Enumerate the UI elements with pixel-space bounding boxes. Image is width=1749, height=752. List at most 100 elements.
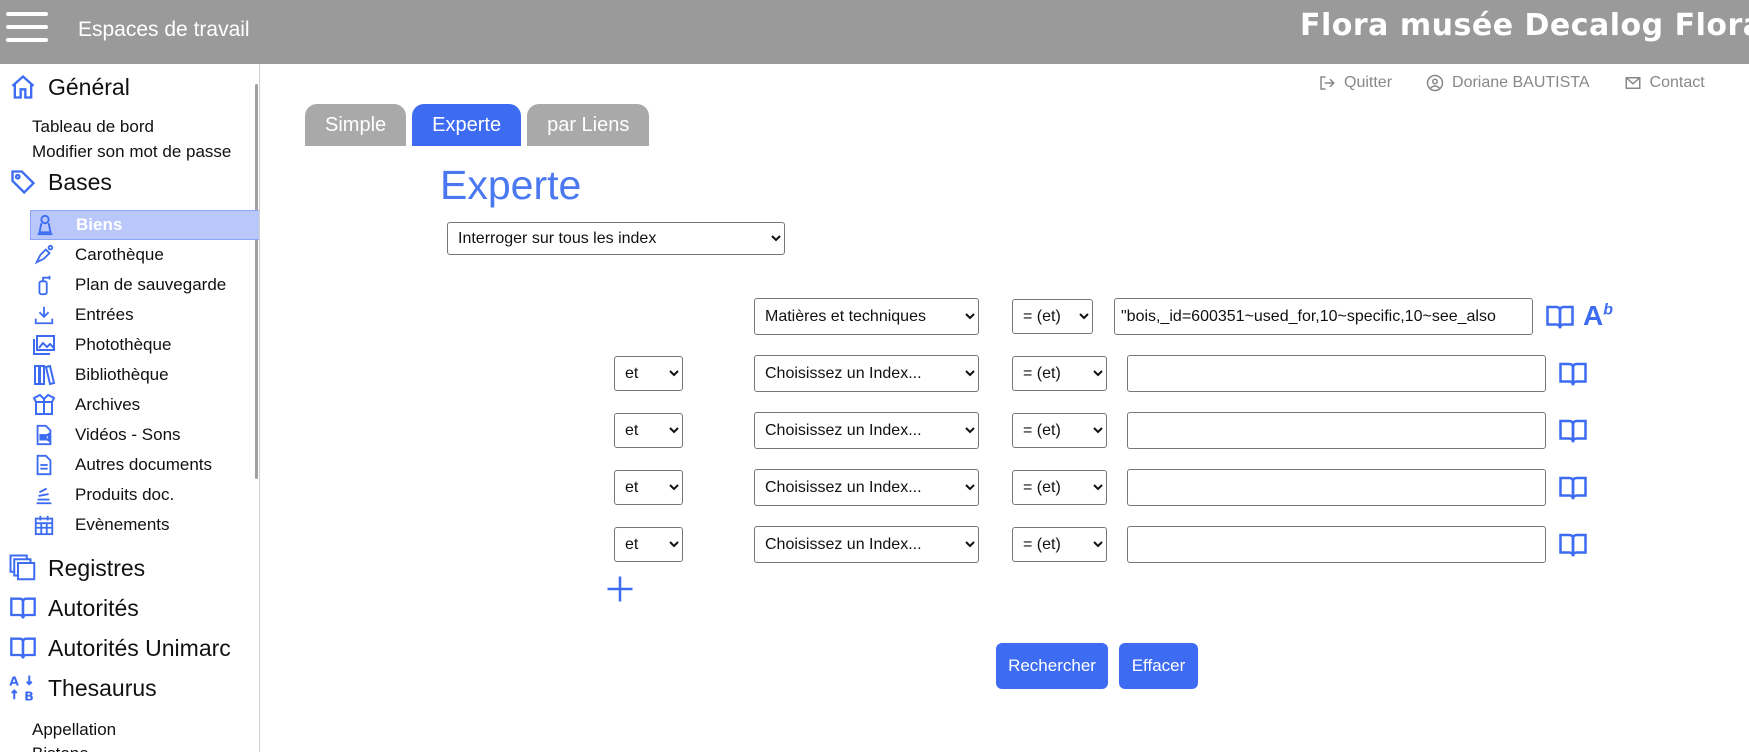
photos-icon	[30, 331, 58, 359]
stack-icon	[30, 481, 58, 509]
search-button[interactable]: Rechercher	[996, 643, 1108, 689]
contact-label: Contact	[1649, 74, 1705, 91]
sidebar-item-label: Produits doc.	[75, 485, 175, 504]
books-icon	[30, 361, 58, 389]
tab-par-liens[interactable]: par Liens	[527, 104, 650, 146]
clear-button[interactable]: Effacer	[1119, 643, 1198, 689]
sidebar-item-entrees[interactable]: Entrées	[30, 300, 259, 330]
value-input[interactable]	[1127, 526, 1546, 563]
calendar-icon	[30, 511, 58, 539]
sidebar-item-label: Archives	[75, 395, 141, 414]
sidebar-link-bistone[interactable]: Bistone	[32, 744, 89, 752]
sidebar: Général Tableau de bord Modifier son mot…	[0, 64, 260, 752]
operator-select[interactable]: et	[614, 356, 683, 391]
open-book-icon	[8, 633, 38, 663]
sidebar-item-produits-doc[interactable]: Produits doc.	[30, 480, 259, 510]
svg-text:B: B	[24, 689, 34, 704]
sidebar-item-evenements[interactable]: Evènements	[30, 510, 259, 540]
contact-link[interactable]: Contact	[1624, 74, 1705, 92]
sidebar-item-label: Biens	[76, 215, 123, 234]
sidebar-item-label: Vidéos - Sons	[75, 425, 181, 444]
sidebar-item-label: Bibliothèque	[75, 365, 169, 384]
field-select[interactable]: Choisissez un Index...	[754, 526, 979, 563]
plus-icon[interactable]	[605, 574, 635, 604]
value-input[interactable]	[1127, 412, 1546, 449]
field-select[interactable]: Choisissez un Index...	[754, 412, 979, 449]
sidebar-item-autres-documents[interactable]: Autres documents	[30, 450, 259, 480]
search-tabs: Simple Experte par Liens	[305, 104, 650, 146]
statue-icon	[31, 211, 59, 239]
sidebar-item-carotheque[interactable]: Carothèque	[30, 240, 259, 270]
field-select[interactable]: Choisissez un Index...	[754, 469, 979, 506]
sidebar-section-general[interactable]: Général	[8, 72, 130, 102]
comparator-select[interactable]: = (et)	[1012, 356, 1107, 391]
field-select[interactable]: Choisissez un Index...	[754, 355, 979, 392]
sidebar-item-phototheque[interactable]: Photothèque	[30, 330, 259, 360]
sidebar-item-videos-sons[interactable]: Vidéos - Sons	[30, 420, 259, 450]
page-title: Experte	[440, 162, 582, 208]
comparator-select[interactable]: = (et)	[1012, 413, 1107, 448]
value-input[interactable]	[1127, 355, 1546, 392]
sidebar-section-label: Registres	[48, 554, 146, 581]
user-name: Doriane BAUTISTA	[1452, 74, 1590, 91]
fire-extinguisher-icon	[30, 271, 58, 299]
sidebar-item-bibliotheque[interactable]: Bibliothèque	[30, 360, 259, 390]
index-scope-select[interactable]: Interroger sur tous les index	[447, 222, 785, 255]
sidebar-section-registres[interactable]: Registres	[8, 553, 145, 583]
sidebar-item-plan-de-sauvegarde[interactable]: Plan de sauvegarde	[30, 270, 259, 300]
sidebar-section-label: Autorités	[48, 594, 139, 621]
sidebar-section-bases[interactable]: Bases	[8, 167, 112, 197]
sidebar-item-label: Evènements	[75, 515, 170, 534]
open-book-icon	[8, 593, 38, 623]
home-icon	[8, 72, 38, 102]
text-format-icon[interactable]: Ab	[1583, 300, 1613, 332]
sidebar-item-label: Plan de sauvegarde	[75, 275, 227, 294]
registers-icon	[8, 553, 38, 583]
download-tray-icon	[30, 301, 58, 329]
tag-icon	[8, 167, 38, 197]
top-bar: Espaces de travail Flora musée Decalog F…	[0, 0, 1749, 64]
sidebar-section-autorites[interactable]: Autorités	[8, 593, 139, 623]
open-box-icon	[30, 391, 58, 419]
video-file-icon	[30, 421, 58, 449]
tab-simple[interactable]: Simple	[305, 104, 407, 146]
sidebar-section-autorites-unimarc[interactable]: Autorités Unimarc	[8, 633, 231, 663]
open-book-icon[interactable]	[1543, 302, 1577, 332]
user-link[interactable]: Doriane BAUTISTA	[1426, 74, 1590, 92]
open-book-icon[interactable]	[1556, 416, 1590, 446]
sidebar-item-biens[interactable]: Biens	[30, 210, 259, 240]
sidebar-item-archives[interactable]: Archives	[30, 390, 259, 420]
value-input[interactable]	[1127, 469, 1546, 506]
open-book-icon[interactable]	[1556, 359, 1590, 389]
sidebar-section-label: Thesaurus	[48, 674, 157, 701]
workspaces-link[interactable]: Espaces de travail	[78, 18, 250, 42]
user-icon	[1426, 74, 1444, 92]
value-input[interactable]	[1114, 298, 1533, 335]
sidebar-link-dashboard[interactable]: Tableau de bord	[32, 117, 154, 137]
mail-icon	[1625, 77, 1641, 89]
user-links: Quitter Doriane BAUTISTA Contact	[1318, 74, 1705, 92]
sidebar-section-label: Autorités Unimarc	[48, 634, 231, 661]
document-icon	[30, 451, 58, 479]
open-book-icon[interactable]	[1556, 473, 1590, 503]
sort-alpha-icon: AB	[8, 673, 38, 704]
app-title: Flora musée Decalog Flora D	[1300, 8, 1749, 43]
comparator-select[interactable]: = (et)	[1012, 470, 1107, 505]
comparator-select[interactable]: = (et)	[1012, 527, 1107, 562]
sidebar-section-thesaurus[interactable]: AB Thesaurus	[8, 673, 157, 704]
quit-label: Quitter	[1344, 74, 1393, 91]
sidebar-link-change-password[interactable]: Modifier son mot de passe	[32, 142, 231, 162]
operator-select[interactable]: et	[614, 470, 683, 505]
tab-experte[interactable]: Experte	[412, 104, 522, 146]
field-select[interactable]: Matières et techniques	[754, 298, 979, 335]
open-book-icon[interactable]	[1556, 530, 1590, 560]
sidebar-item-label: Carothèque	[75, 245, 164, 264]
sidebar-link-appellation[interactable]: Appellation	[32, 720, 116, 740]
sidebar-item-label: Photothèque	[75, 335, 172, 354]
quit-link[interactable]: Quitter	[1318, 74, 1392, 92]
sidebar-section-label: Bases	[48, 168, 112, 195]
menu-icon[interactable]	[6, 12, 48, 42]
operator-select[interactable]: et	[614, 413, 683, 448]
operator-select[interactable]: et	[614, 527, 683, 562]
comparator-select[interactable]: = (et)	[1012, 299, 1093, 334]
